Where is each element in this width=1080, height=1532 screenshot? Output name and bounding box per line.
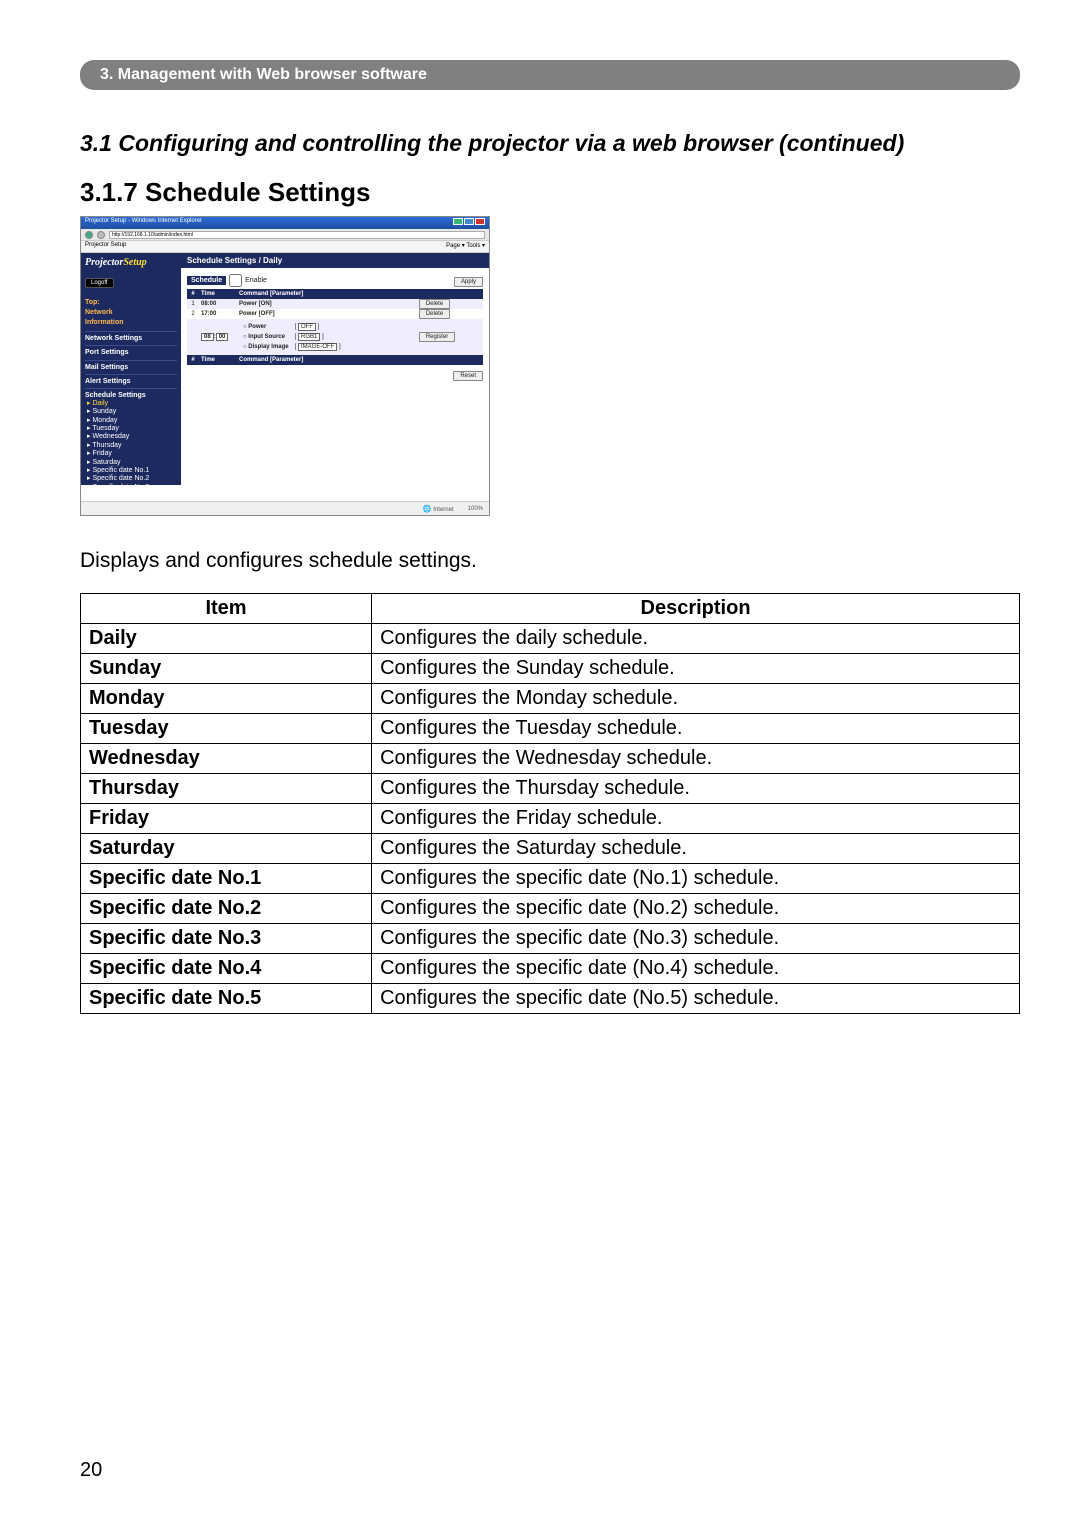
register-button[interactable]: Register (419, 332, 455, 342)
table-row: SundayConfigures the Sunday schedule. (81, 654, 1020, 684)
sidebar-sub[interactable]: ▸ Saturday (85, 459, 177, 467)
internet-zone: Internet (423, 505, 454, 513)
desc-cell: Configures the Friday schedule. (372, 804, 1020, 834)
schedule-tag: Schedule (187, 276, 226, 285)
min-input[interactable]: 00 (216, 333, 229, 341)
desc-cell: Configures the Saturday schedule. (372, 834, 1020, 864)
col-desc: Description (372, 594, 1020, 624)
sidebar-item-network[interactable]: Network Settings (85, 334, 177, 343)
sidebar-sub[interactable]: ▸ Specific date No.2 (85, 475, 177, 483)
enable-label: Enable (245, 277, 267, 284)
power-select[interactable]: OFF (298, 323, 316, 331)
item-cell: Specific date No.2 (81, 894, 372, 924)
page-number: 20 (80, 1459, 102, 1482)
address-bar[interactable]: http://192.168.1.10/admin/index.html (109, 231, 485, 239)
main-panel: Schedule Settings / Daily Schedule Enabl… (181, 253, 489, 485)
tab-label[interactable]: Projector Setup (85, 242, 126, 251)
logoff-button[interactable]: Logoff (85, 278, 114, 288)
table-row: 108:00Power [ON]Delete (187, 299, 483, 309)
sidebar-item-alert[interactable]: Alert Settings (85, 377, 177, 386)
item-cell: Saturday (81, 834, 372, 864)
item-cell: Friday (81, 804, 372, 834)
desc-cell: Configures the daily schedule. (372, 624, 1020, 654)
table-row: Specific date No.2Configures the specifi… (81, 894, 1020, 924)
item-cell: Thursday (81, 774, 372, 804)
item-cell: Tuesday (81, 714, 372, 744)
table-row: WednesdayConfigures the Wednesday schedu… (81, 744, 1020, 774)
sidebar-item-schedule[interactable]: Schedule Settings (85, 391, 177, 400)
desc-cell: Configures the Wednesday schedule. (372, 744, 1020, 774)
status-bar: Internet 100% (81, 501, 489, 515)
table-row: MondayConfigures the Monday schedule. (81, 684, 1020, 714)
sidebar-item-mail[interactable]: Mail Settings (85, 363, 177, 372)
desc-cell: Configures the specific date (No.2) sche… (372, 894, 1020, 924)
back-icon[interactable] (85, 231, 93, 239)
sidebar: ProjectorSetup Logoff Top: Network Infor… (81, 253, 181, 485)
item-cell: Wednesday (81, 744, 372, 774)
sidebar-sub[interactable]: ▸ Wednesday (85, 433, 177, 441)
hour-input[interactable]: 08 (201, 333, 214, 341)
items-table: Item Description DailyConfigures the dai… (80, 593, 1020, 1014)
toolbar-right[interactable]: Page ▾ Tools ▾ (446, 242, 485, 251)
table-row: Specific date No.5Configures the specifi… (81, 984, 1020, 1014)
sidebar-brand: ProjectorSetup (85, 257, 177, 268)
schedule-table: #TimeCommand [Parameter] 108:00Power [ON… (187, 289, 483, 365)
subsection-title: 3.1.7 Schedule Settings (80, 177, 1020, 208)
sidebar-sub[interactable]: ▸ Tuesday (85, 425, 177, 433)
sidebar-sub[interactable]: ▸ Specific date No.3 (85, 484, 177, 492)
sidebar-sub[interactable]: ▸ Monday (85, 417, 177, 425)
enable-checkbox[interactable] (229, 274, 242, 287)
col-item: Item (81, 594, 372, 624)
desc-cell: Configures the specific date (No.1) sche… (372, 864, 1020, 894)
sidebar-sub[interactable]: ▸ Sunday (85, 408, 177, 416)
item-cell: Daily (81, 624, 372, 654)
sidebar-sub[interactable]: ▸ Friday (85, 450, 177, 458)
section-title: 3.1 Configuring and controlling the proj… (80, 130, 1020, 157)
delete-button[interactable]: Delete (419, 309, 450, 319)
table-row: 217:00Power [OFF]Delete (187, 309, 483, 319)
sidebar-sub[interactable]: ▸ Specific date No.4 (85, 492, 177, 500)
image-select[interactable]: IMAGE-OFF (298, 343, 337, 351)
table-row: Specific date No.3Configures the specifi… (81, 924, 1020, 954)
desc-cell: Configures the Thursday schedule. (372, 774, 1020, 804)
desc-cell: Configures the Sunday schedule. (372, 654, 1020, 684)
sidebar-item-port[interactable]: Port Settings (85, 348, 177, 357)
screenshot-browser-window: Projector Setup - Windows Internet Explo… (80, 216, 490, 516)
table-row: TuesdayConfigures the Tuesday schedule. (81, 714, 1020, 744)
desc-cell: Configures the Tuesday schedule. (372, 714, 1020, 744)
desc-cell: Configures the specific date (No.5) sche… (372, 984, 1020, 1014)
item-cell: Monday (81, 684, 372, 714)
zoom-level[interactable]: 100% (468, 506, 483, 512)
table-row: DailyConfigures the daily schedule. (81, 624, 1020, 654)
sidebar-sub[interactable]: ▸ Thursday (85, 442, 177, 450)
table-row: Specific date No.1Configures the specifi… (81, 864, 1020, 894)
item-cell: Specific date No.4 (81, 954, 372, 984)
source-select[interactable]: RGB1 (298, 333, 320, 341)
sidebar-top-group[interactable]: Top: Network Information (85, 298, 177, 327)
window-buttons (452, 218, 485, 228)
forward-icon[interactable] (97, 231, 105, 239)
body-text: Displays and configures schedule setting… (80, 546, 1020, 575)
desc-cell: Configures the Monday schedule. (372, 684, 1020, 714)
table-row: SaturdayConfigures the Saturday schedule… (81, 834, 1020, 864)
item-cell: Specific date No.3 (81, 924, 372, 954)
item-cell: Specific date No.1 (81, 864, 372, 894)
table-row: ThursdayConfigures the Thursday schedule… (81, 774, 1020, 804)
apply-button[interactable]: Apply (454, 277, 483, 287)
sidebar-sub[interactable]: ▸ Specific date No.1 (85, 467, 177, 475)
desc-cell: Configures the specific date (No.4) sche… (372, 954, 1020, 984)
sidebar-sub-daily[interactable]: ▸ Daily (85, 400, 177, 408)
delete-button[interactable]: Delete (419, 299, 450, 309)
panel-header: Schedule Settings / Daily (181, 253, 489, 268)
reset-button[interactable]: Reset (453, 371, 483, 381)
table-row: FridayConfigures the Friday schedule. (81, 804, 1020, 834)
table-row: Specific date No.4Configures the specifi… (81, 954, 1020, 984)
form-row: 08:00 ○ Power[ OFF ] ○ Input Source[ RGB… (187, 319, 483, 355)
window-title: Projector Setup - Windows Internet Explo… (85, 218, 202, 228)
item-cell: Specific date No.5 (81, 984, 372, 1014)
chapter-bar: 3. Management with Web browser software (80, 60, 1020, 90)
desc-cell: Configures the specific date (No.3) sche… (372, 924, 1020, 954)
item-cell: Sunday (81, 654, 372, 684)
